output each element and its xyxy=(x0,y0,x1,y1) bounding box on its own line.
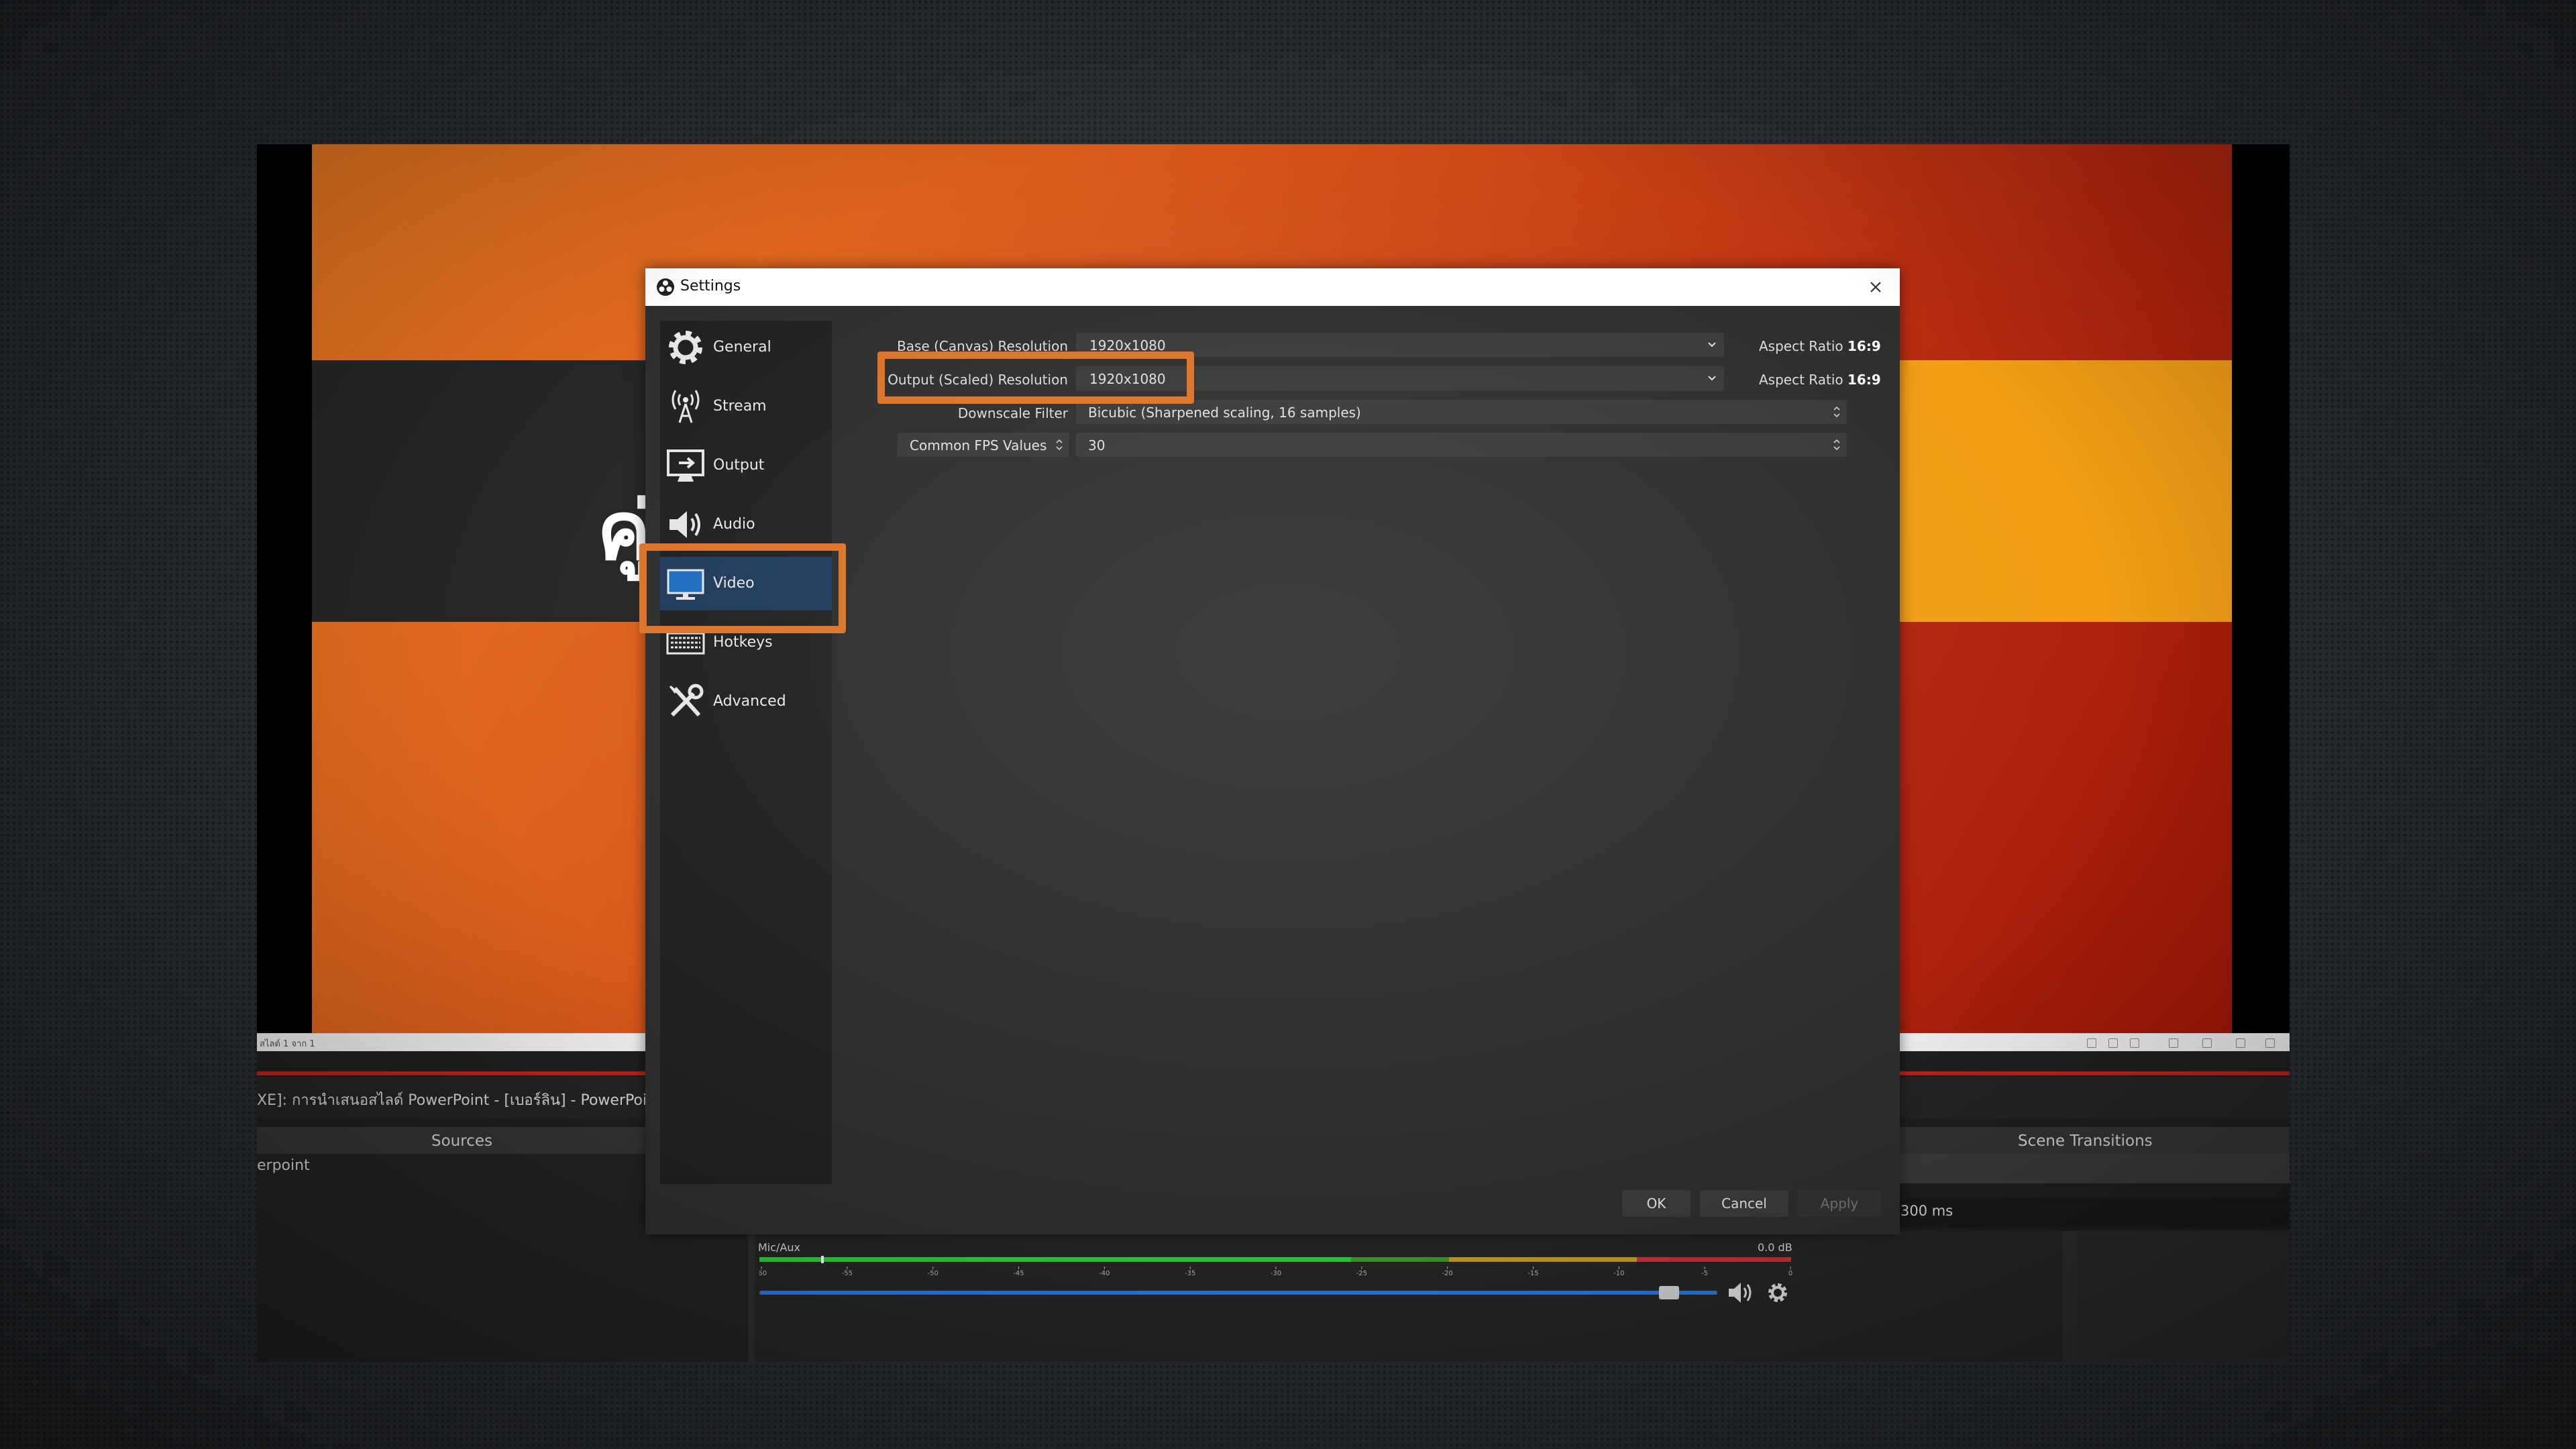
nav-label: Output xyxy=(713,457,765,474)
speaker-icon[interactable] xyxy=(1727,1281,1756,1305)
volume-slider-handle[interactable] xyxy=(1658,1286,1679,1299)
meter-tick-label: 0 xyxy=(1788,1270,1792,1276)
scene-transitions-panel xyxy=(2076,1231,2290,1362)
ok-button[interactable]: OK xyxy=(1622,1190,1690,1217)
aspect-ratio-value: 16:9 xyxy=(1847,372,1881,388)
audio-mixer-panel xyxy=(750,1231,2068,1362)
volume-slider[interactable] xyxy=(759,1291,1717,1295)
nav-item-stream[interactable]: Stream xyxy=(660,380,832,433)
slide-accent-block xyxy=(1853,360,2232,622)
transition-duration-value: 300 ms xyxy=(1900,1203,1953,1219)
tools-icon xyxy=(669,684,704,717)
nav-label: Advanced xyxy=(713,693,786,710)
dock-divider[interactable] xyxy=(748,1231,755,1362)
captured-window-title: XE]: การนำเสนอสไลด์ PowerPoint - [เบอร์ล… xyxy=(257,1092,662,1109)
nav-label: Hotkeys xyxy=(713,634,773,651)
meter-tick-label: -40 xyxy=(1099,1270,1110,1276)
transition-duration-field[interactable] xyxy=(1898,1198,2290,1228)
meter-clip-zone xyxy=(1637,1257,1791,1262)
up-down-arrows-icon xyxy=(1833,439,1840,451)
nav-item-output[interactable]: Output xyxy=(660,439,832,492)
downscale-filter-value: Bicubic (Sharpened scaling, 16 samples) xyxy=(1088,405,1361,421)
fps-type-value: Common FPS Values xyxy=(910,437,1047,453)
status-view-icon xyxy=(2087,1038,2096,1048)
meter-tick-label: -30 xyxy=(1271,1270,1281,1276)
meter-warning-zone xyxy=(1449,1257,1637,1262)
output-icon xyxy=(667,449,704,482)
fps-type-select[interactable]: Common FPS Values xyxy=(898,433,1069,457)
keyboard-icon xyxy=(666,632,705,655)
status-view-icon xyxy=(2265,1038,2275,1048)
meter-peak-marker xyxy=(821,1256,824,1263)
mixer-level-db: 0.0 dB xyxy=(1758,1241,1792,1254)
aspect-ratio-label: Aspect Ratio xyxy=(1759,372,1843,388)
nav-item-advanced[interactable]: Advanced xyxy=(660,675,832,729)
status-view-icon xyxy=(2169,1038,2178,1048)
meter-tick-label: -45 xyxy=(1013,1270,1024,1276)
nav-item-hotkeys[interactable]: Hotkeys xyxy=(660,616,832,669)
gear-icon xyxy=(669,331,702,364)
apply-button[interactable]: Apply xyxy=(1798,1190,1881,1217)
meter-tick-label: -60 xyxy=(759,1270,767,1276)
nav-item-video[interactable]: Video xyxy=(660,557,832,610)
close-icon[interactable] xyxy=(1865,276,1886,298)
meter-tick-label: -5 xyxy=(1701,1270,1708,1276)
meter-level-bar xyxy=(759,1257,1351,1262)
mixer-track-name: Mic/Aux xyxy=(758,1241,800,1254)
monitor-icon xyxy=(667,569,704,600)
sources-dock-title: Sources xyxy=(431,1132,492,1150)
output-resolution-value: 1920x1080 xyxy=(1089,371,1166,387)
settings-dialog: Settings General Stream Output Audio Vid… xyxy=(645,268,1900,1234)
meter-tick-label: -35 xyxy=(1185,1270,1195,1276)
gear-icon[interactable] xyxy=(1766,1281,1790,1305)
meter-tick-label: -25 xyxy=(1356,1270,1367,1276)
base-resolution-label: Base (Canvas) Resolution xyxy=(897,338,1068,354)
downscale-filter-select[interactable]: Bicubic (Sharpened scaling, 16 samples) xyxy=(1076,400,1847,424)
obs-logo-icon xyxy=(657,278,674,296)
aspect-ratio-value: 16:9 xyxy=(1847,338,1881,354)
speaker-icon xyxy=(669,511,700,538)
meter-tick-label: -15 xyxy=(1527,1270,1538,1276)
scene-transitions-dock-title: Scene Transitions xyxy=(2018,1132,2153,1150)
fps-value: 30 xyxy=(1088,437,1106,453)
status-view-icon xyxy=(2108,1038,2118,1048)
dialog-titlebar[interactable]: Settings xyxy=(645,268,1900,306)
up-down-arrows-icon xyxy=(1056,439,1063,451)
chevron-down-icon xyxy=(1708,342,1716,347)
transition-type-select[interactable] xyxy=(1898,1154,2290,1183)
dock-divider[interactable] xyxy=(2063,1231,2076,1362)
meter-tick-label: -55 xyxy=(842,1270,853,1276)
antenna-icon xyxy=(672,390,700,423)
output-aspect-ratio: Aspect Ratio 16:9 xyxy=(1759,372,1881,388)
status-view-icon xyxy=(2236,1038,2245,1048)
output-resolution-select[interactable]: 1920x1080 xyxy=(1076,366,1724,390)
cancel-button[interactable]: Cancel xyxy=(1700,1190,1788,1217)
nav-label: Stream xyxy=(713,398,767,415)
slide-title-glyph: คู่ xyxy=(597,485,651,578)
status-view-icon xyxy=(2202,1038,2212,1048)
slide-counter: สไลด์ 1 จาก 1 xyxy=(260,1039,315,1049)
meter-tick-label: -20 xyxy=(1442,1270,1452,1276)
meter-tick-label: -50 xyxy=(927,1270,938,1276)
nav-label: Video xyxy=(713,575,755,592)
output-resolution-label: Output (Scaled) Resolution xyxy=(888,372,1068,388)
source-list-item[interactable]: erpoint xyxy=(257,1157,310,1174)
meter-tick-label: -10 xyxy=(1613,1270,1624,1276)
meter-scale: -60-55-50-45-40-35-30-25-20-15-10-50 xyxy=(759,1267,1792,1276)
settings-nav: General Stream Output Audio Video Hotkey… xyxy=(660,321,832,1184)
base-resolution-select[interactable]: 1920x1080 xyxy=(1076,333,1724,357)
dialog-title: Settings xyxy=(680,278,741,294)
nav-label: General xyxy=(713,339,771,356)
aspect-ratio-label: Aspect Ratio xyxy=(1759,338,1843,354)
base-resolution-value: 1920x1080 xyxy=(1089,337,1166,354)
status-view-icon xyxy=(2130,1038,2139,1048)
nav-item-audio[interactable]: Audio xyxy=(660,498,832,551)
fps-value-select[interactable]: 30 xyxy=(1076,433,1847,457)
base-aspect-ratio: Aspect Ratio 16:9 xyxy=(1759,338,1881,354)
chevron-down-icon xyxy=(1708,376,1716,381)
nav-label: Audio xyxy=(713,516,755,533)
nav-item-general[interactable]: General xyxy=(660,321,832,374)
downscale-filter-label: Downscale Filter xyxy=(957,405,1068,421)
up-down-arrows-icon xyxy=(1833,406,1840,418)
